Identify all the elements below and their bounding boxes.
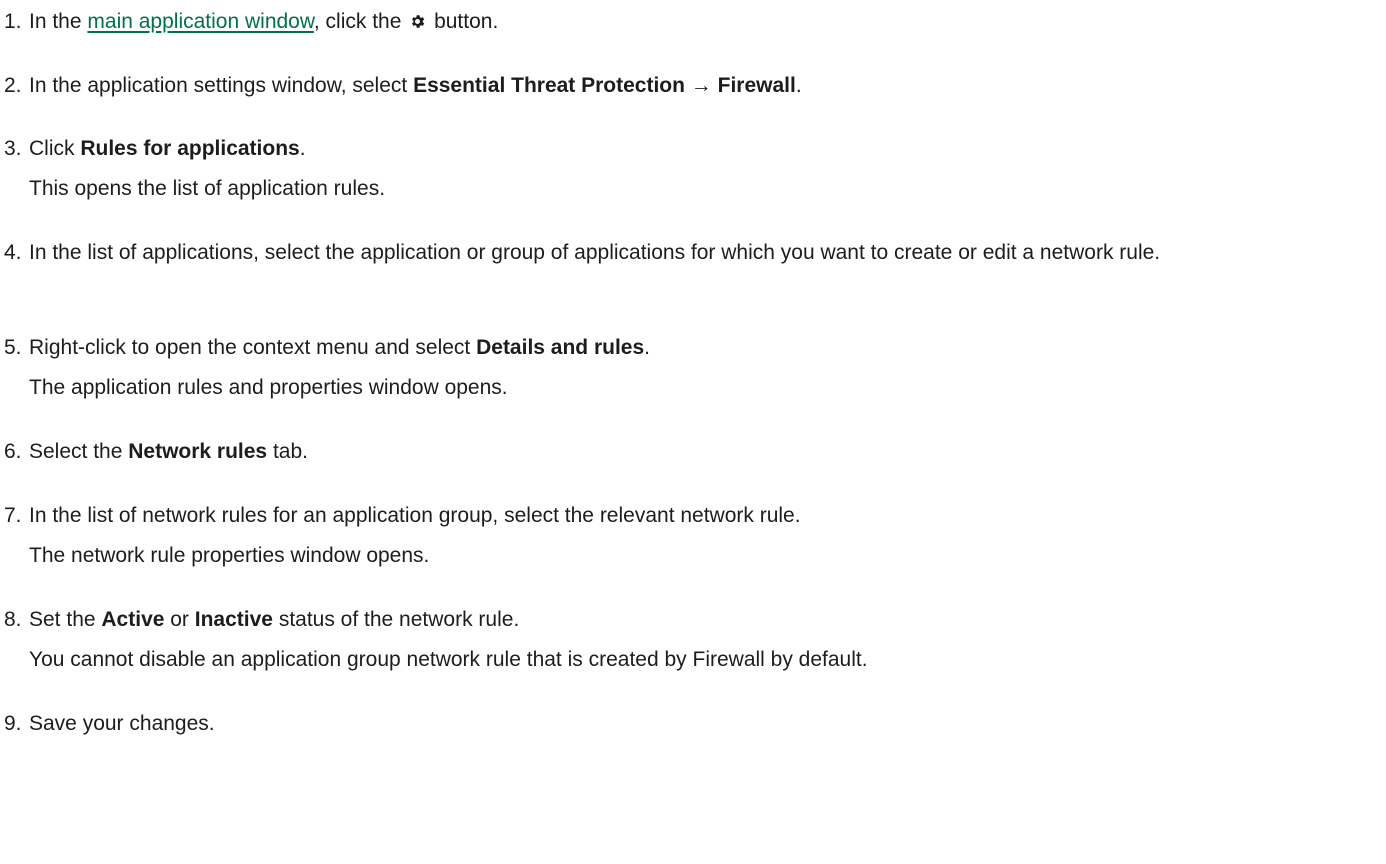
step-9: 9. Save your changes.	[4, 708, 1382, 739]
gear-icon	[412, 15, 425, 28]
step-1: 1. In the main application window, click …	[4, 6, 1382, 37]
step-3-note: This opens the list of application rules…	[29, 177, 386, 200]
step-5: 5. Right-click to open the context menu a…	[4, 332, 1382, 403]
step-4: 4. In the list of applications, select th…	[4, 237, 1382, 268]
step-number: 4.	[4, 241, 22, 264]
step-number: 2.	[4, 74, 22, 97]
step-6-text: 6. Select the Network rules tab.	[4, 436, 1382, 467]
step-number: 3.	[4, 137, 22, 160]
step-1-text: 1. In the main application window, click …	[4, 6, 1382, 37]
step-2: 2. In the application settings window, se…	[4, 70, 1382, 101]
step-8: 8. Set the Active or Inactive status of t…	[4, 604, 1382, 675]
step-5-text: 5. Right-click to open the context menu a…	[4, 332, 1382, 363]
step-number: 5.	[4, 336, 22, 359]
step-number: 7.	[4, 504, 22, 527]
step-2-text: 2. In the application settings window, se…	[4, 70, 1382, 101]
step-3-text: 3. Click Rules for applications.	[4, 133, 1382, 164]
step-7: 7. In the list of network rules for an ap…	[4, 500, 1382, 571]
step-6: 6. Select the Network rules tab.	[4, 436, 1382, 467]
step-5-note: The application rules and properties win…	[29, 376, 508, 399]
step-number: 6.	[4, 440, 22, 463]
step-9-text: 9. Save your changes.	[4, 708, 1382, 739]
step-3: 3. Click Rules for applications. This ope…	[4, 133, 1382, 204]
step-8-note: You cannot disable an application group …	[29, 648, 868, 671]
step-number: 1.	[4, 10, 22, 33]
main-application-window-link[interactable]: main application window	[87, 10, 313, 33]
step-number: 8.	[4, 608, 22, 631]
step-8-text: 8. Set the Active or Inactive status of t…	[4, 604, 1382, 635]
step-4-text: 4. In the list of applications, select th…	[4, 237, 1382, 268]
step-7-note: The network rule properties window opens…	[29, 544, 430, 567]
step-7-text: 7. In the list of network rules for an ap…	[4, 500, 1382, 531]
step-number: 9.	[4, 712, 22, 735]
